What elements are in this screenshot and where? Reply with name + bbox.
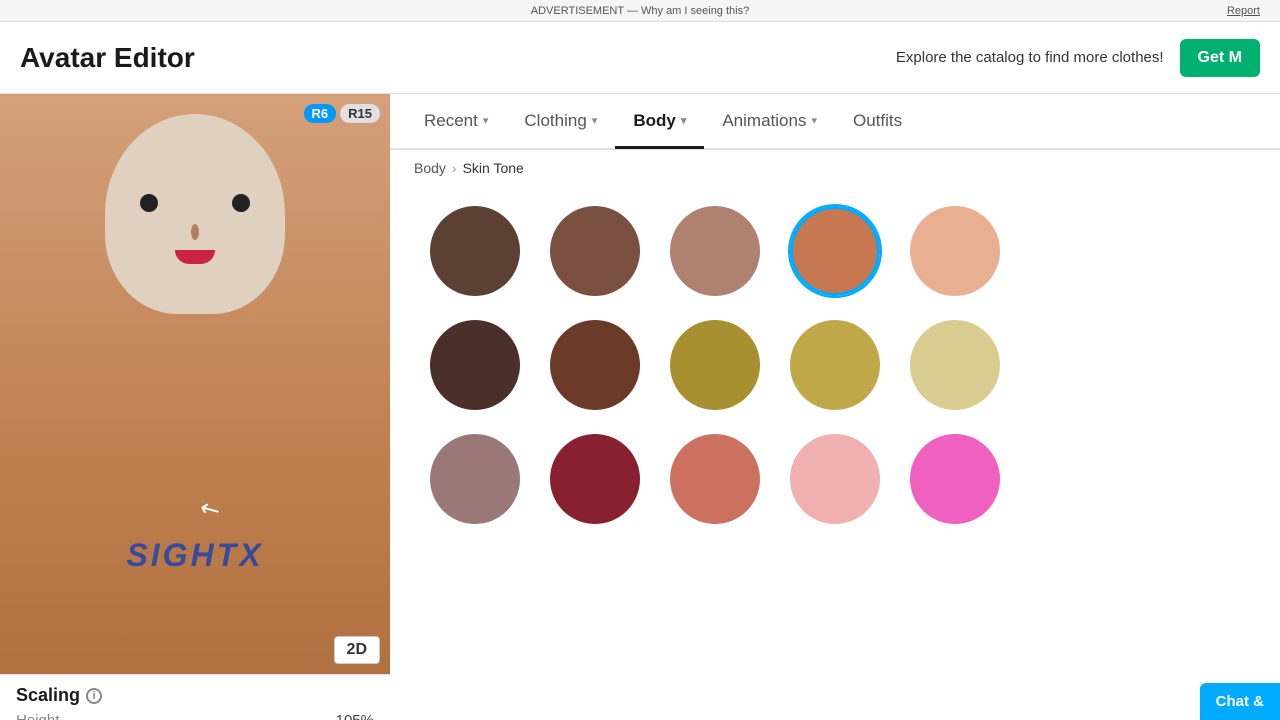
tab-outfits[interactable]: Outfits [835, 95, 920, 149]
header-right: Explore the catalog to find more clothes… [896, 39, 1260, 77]
tab-animations-label: Animations [722, 111, 806, 131]
tab-recent-label: Recent [424, 111, 478, 131]
breadcrumb-separator: › [452, 160, 457, 176]
height-row: Height 105% [16, 712, 374, 720]
skin-tone-option[interactable] [550, 434, 640, 524]
skin-tone-option[interactable] [790, 434, 880, 524]
skin-tone-grid [390, 186, 1280, 544]
nav-tabs: Recent ▾ Clothing ▾ Body ▾ Animations ▾ … [390, 94, 1280, 150]
cursor-arrow: ↖ [194, 492, 226, 527]
skin-tone-option[interactable] [670, 206, 760, 296]
toggle-2d-button[interactable]: 2D [334, 636, 380, 664]
scaling-title: Scaling i [16, 685, 374, 706]
main-layout: R6 R15 SIGHTX ↖ 2D Scaling i [0, 94, 1280, 720]
skin-tone-option[interactable] [910, 320, 1000, 410]
avatar-nose [191, 224, 199, 240]
chevron-down-icon: ▾ [681, 114, 687, 127]
skin-tone-option[interactable] [790, 206, 880, 296]
tab-animations[interactable]: Animations ▾ [704, 95, 835, 149]
tab-clothing[interactable]: Clothing ▾ [506, 95, 615, 149]
breadcrumb: Body › Skin Tone [390, 150, 1280, 186]
chevron-down-icon: ▾ [592, 114, 598, 127]
height-label: Height [16, 712, 59, 720]
skin-tone-option[interactable] [430, 320, 520, 410]
tab-body[interactable]: Body ▾ [615, 95, 704, 149]
skin-tone-row [430, 320, 1240, 410]
catalog-text: Explore the catalog to find more clothes… [896, 49, 1164, 66]
skin-tone-option[interactable] [550, 206, 640, 296]
tab-clothing-label: Clothing [524, 111, 586, 131]
right-panel: Recent ▾ Clothing ▾ Body ▾ Animations ▾ … [390, 94, 1280, 720]
skin-tone-option[interactable] [430, 206, 520, 296]
skin-tone-option[interactable] [670, 320, 760, 410]
header: Avatar Editor Explore the catalog to fin… [0, 22, 1280, 94]
skin-tone-option[interactable] [430, 434, 520, 524]
get-more-button[interactable]: Get M [1180, 39, 1260, 77]
avatar-eye-left [140, 194, 158, 212]
tab-recent[interactable]: Recent ▾ [406, 95, 506, 149]
scaling-section: Scaling i Height 105% [0, 674, 390, 720]
height-value: 105% [336, 712, 374, 720]
scaling-info-icon[interactable]: i [86, 688, 102, 704]
chat-button[interactable]: Chat & [1200, 683, 1280, 720]
report-link[interactable]: Report [1227, 5, 1260, 17]
skin-tone-option[interactable] [670, 434, 760, 524]
page-title: Avatar Editor [20, 42, 195, 74]
badge-r6[interactable]: R6 [304, 104, 337, 123]
badge-r15[interactable]: R15 [340, 104, 380, 123]
skin-tone-option[interactable] [550, 320, 640, 410]
avatar-badges: R6 R15 [304, 104, 380, 123]
avatar-preview: R6 R15 SIGHTX ↖ 2D [0, 94, 390, 674]
avatar-face [95, 114, 295, 314]
tab-body-label: Body [633, 111, 676, 131]
left-panel: R6 R15 SIGHTX ↖ 2D Scaling i [0, 94, 390, 720]
chevron-down-icon: ▾ [811, 114, 817, 127]
avatar-eye-right [232, 194, 250, 212]
avatar-body-text: SIGHTX [126, 537, 263, 574]
ad-bar: ADVERTISEMENT — Why am I seeing this? Re… [0, 0, 1280, 22]
skin-tone-option[interactable] [910, 206, 1000, 296]
breadcrumb-current: Skin Tone [463, 160, 524, 176]
ad-text: ADVERTISEMENT — Why am I seeing this? [531, 5, 749, 17]
skin-tone-option[interactable] [910, 434, 1000, 524]
tab-outfits-label: Outfits [853, 111, 902, 131]
skin-tone-option[interactable] [790, 320, 880, 410]
skin-tone-row [430, 434, 1240, 524]
face-background [105, 114, 285, 314]
breadcrumb-parent[interactable]: Body [414, 160, 446, 176]
chevron-down-icon: ▾ [483, 114, 489, 127]
skin-tone-row [430, 206, 1240, 296]
